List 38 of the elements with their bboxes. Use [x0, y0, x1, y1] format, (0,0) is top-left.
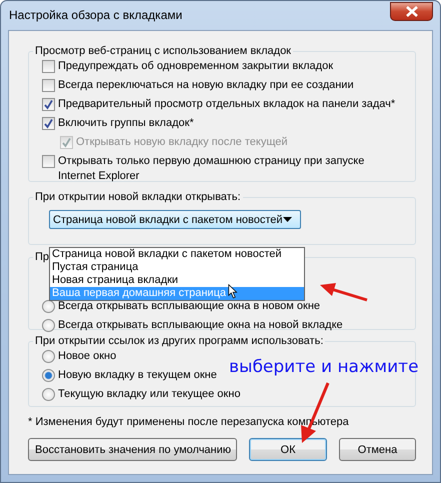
- group-legend: При открытии ссылок из других программ использовать:: [33, 335, 326, 347]
- window-title: Настройка обзора с вкладками: [9, 8, 182, 22]
- radio-button[interactable]: [42, 350, 55, 363]
- checkbox[interactable]: [42, 98, 55, 111]
- dialog-button[interactable]: ОК: [249, 438, 327, 461]
- caret-icon: [283, 217, 292, 222]
- group-legend: При открытии новой вкладки открывать:: [33, 191, 243, 203]
- dropdown-option[interactable]: Пустая страница: [50, 261, 304, 274]
- dialog-button[interactable]: Восстановить значения по умолчанию: [28, 438, 237, 461]
- radio-label: Всегда открывать всплывающие окна на новой вкладке: [58, 318, 343, 333]
- close-button[interactable]: [390, 2, 433, 21]
- checkbox-label: Всегда переключаться на новую вкладку при ее создании: [58, 78, 354, 93]
- group-legend: Пр: [33, 251, 52, 263]
- dropdown-option[interactable]: Новая страница вкладки: [50, 274, 304, 287]
- checkbox-label: Включить группы вкладок*: [58, 116, 194, 131]
- radio-label: Текущую вкладку или текущее окно: [58, 387, 240, 402]
- radio-button[interactable]: [42, 300, 55, 313]
- group-legend: Просмотр веб-страниц с использованием вкладок: [33, 45, 293, 57]
- radio-label: Новую вкладку в текущем окне: [58, 368, 217, 383]
- radio-button[interactable]: [42, 319, 55, 332]
- dropdown-option[interactable]: Страница новой вкладки с пакетом новостей: [50, 248, 304, 261]
- checkbox-label: Предварительный просмотр отдельных вкладок на панели задач*: [58, 97, 396, 112]
- radio-label: Всегда открывать всплывающие окна в новом окне: [58, 299, 320, 314]
- radio-button[interactable]: [42, 388, 55, 401]
- dropdown-field[interactable]: Страница новой вкладки с пакетом новостей: [49, 210, 301, 229]
- checkbox[interactable]: [42, 79, 55, 92]
- radio-button[interactable]: [42, 369, 55, 382]
- radio-label: Новое окно: [58, 349, 116, 364]
- annotation-arrow: [319, 281, 369, 303]
- checkbox-label: Открывать только первую домашнюю страницу при запуске Internet Explorer: [58, 154, 366, 184]
- close-icon: [404, 6, 418, 17]
- checkbox[interactable]: [42, 117, 55, 130]
- checkbox-label: Открывать новую вкладку после текущей: [76, 135, 288, 150]
- checkbox[interactable]: [42, 155, 55, 168]
- checkbox-label: Предупреждать об одновременном закрытии вкладок: [58, 59, 334, 74]
- checkbox[interactable]: [42, 60, 55, 73]
- dialog-button[interactable]: Отмена: [339, 438, 416, 461]
- annotation-text: выберите и нажмите: [229, 357, 419, 377]
